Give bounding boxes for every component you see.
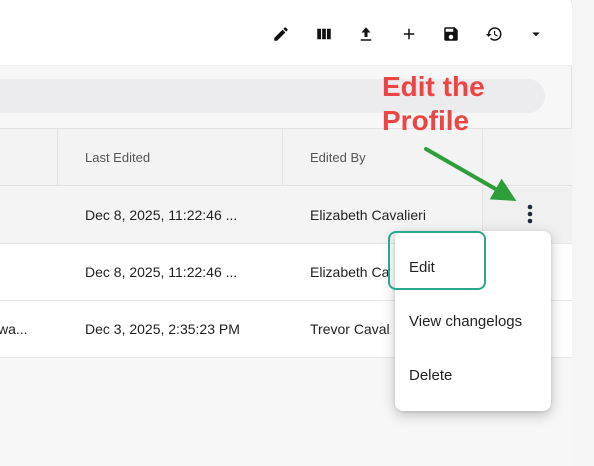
more-vert-icon[interactable]	[519, 200, 541, 228]
menu-item-view-changelogs[interactable]: View changelogs	[395, 294, 551, 348]
last-edited-cell: Dec 3, 2025, 2:35:23 PM	[85, 321, 240, 337]
annotation-callout: Edit the Profile	[382, 70, 485, 138]
columns-icon[interactable]	[312, 22, 336, 46]
toolbar	[0, 0, 572, 66]
plus-icon[interactable]	[397, 22, 421, 46]
column-header-last-edited[interactable]: Last Edited	[85, 129, 150, 185]
history-icon[interactable]	[482, 22, 506, 46]
column-divider	[282, 129, 283, 185]
upload-icon[interactable]	[354, 22, 378, 46]
edited-by-cell: Trevor Caval	[310, 321, 390, 337]
annotation-line-2: Profile	[382, 105, 470, 136]
column-divider	[57, 129, 58, 185]
edited-by-cell: Elizabeth Ca	[310, 264, 390, 280]
edit-pencil-icon[interactable]	[269, 22, 293, 46]
menu-item-delete[interactable]: Delete	[395, 348, 551, 402]
last-edited-cell: Dec 8, 2025, 11:22:46 ...	[85, 264, 238, 280]
save-icon[interactable]	[439, 22, 463, 46]
name-cell: wa...	[0, 321, 28, 337]
caret-down-icon[interactable]	[524, 22, 548, 46]
last-edited-cell: Dec 8, 2025, 11:22:46 ...	[85, 207, 238, 223]
table-header: Last Edited Edited By	[0, 128, 572, 186]
column-header-edited-by[interactable]: Edited By	[310, 129, 366, 185]
annotation-line-1: Edit the	[382, 71, 485, 102]
edit-highlight-box	[388, 231, 486, 290]
